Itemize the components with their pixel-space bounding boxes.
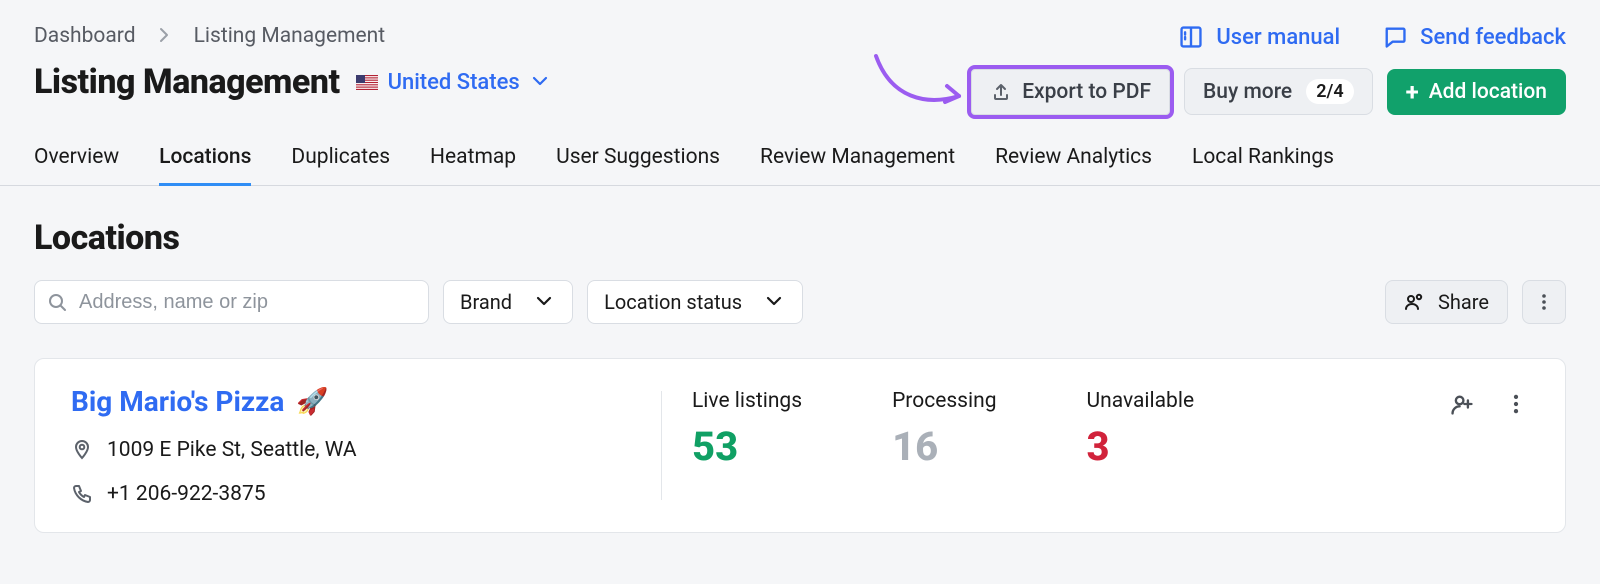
breadcrumb: Dashboard Listing Management — [34, 24, 552, 48]
chat-icon — [1382, 24, 1408, 50]
annotation-arrow — [871, 48, 971, 118]
tab-heatmap[interactable]: Heatmap — [430, 135, 516, 185]
tab-duplicates[interactable]: Duplicates — [291, 135, 390, 185]
upload-icon — [990, 81, 1012, 103]
tab-overview[interactable]: Overview — [34, 135, 119, 185]
export-pdf-button[interactable]: Export to PDF — [971, 69, 1170, 115]
breadcrumb-current: Listing Management — [194, 24, 386, 48]
processing-label: Processing — [892, 389, 996, 413]
section-title: Locations — [34, 218, 1566, 258]
region-label: United States — [388, 70, 520, 95]
tab-review-analytics[interactable]: Review Analytics — [995, 135, 1152, 185]
add-person-button[interactable] — [1449, 391, 1475, 417]
user-manual-link[interactable]: User manual — [1178, 24, 1340, 50]
chevron-down-icon — [530, 71, 552, 93]
phone-icon — [71, 483, 93, 505]
tab-local-rankings[interactable]: Local Rankings — [1192, 135, 1334, 185]
status-filter[interactable]: Location status — [587, 280, 803, 324]
chevron-down-icon — [534, 291, 556, 313]
dots-vertical-icon — [1503, 391, 1529, 417]
send-feedback-label: Send feedback — [1420, 25, 1566, 50]
add-location-button[interactable]: + Add location — [1387, 69, 1566, 115]
live-listings-value: 53 — [692, 423, 802, 470]
brand-filter[interactable]: Brand — [443, 280, 573, 324]
card-divider — [661, 391, 662, 500]
chevron-down-icon — [764, 291, 786, 313]
pin-icon — [71, 439, 93, 461]
search-input[interactable] — [34, 280, 429, 324]
user-manual-label: User manual — [1216, 25, 1340, 50]
people-icon — [1404, 291, 1426, 313]
book-icon — [1178, 24, 1204, 50]
us-flag-icon — [356, 75, 378, 90]
tabs-bar: Overview Locations Duplicates Heatmap Us… — [0, 135, 1600, 186]
tab-locations[interactable]: Locations — [159, 135, 251, 185]
search-icon — [46, 291, 68, 313]
live-listings-label: Live listings — [692, 389, 802, 413]
buy-more-label: Buy more — [1203, 80, 1292, 104]
share-label: Share — [1438, 290, 1489, 314]
rocket-icon: 🚀 — [296, 387, 328, 417]
unavailable-label: Unavailable — [1087, 389, 1195, 413]
tab-review-management[interactable]: Review Management — [760, 135, 955, 185]
location-card: Big Mario's Pizza 🚀 1009 E Pike St, Seat… — [34, 358, 1566, 533]
business-address: 1009 E Pike St, Seattle, WA — [107, 438, 357, 462]
page-title: Listing Management — [34, 62, 340, 102]
plus-icon: + — [1406, 80, 1419, 104]
send-feedback-link[interactable]: Send feedback — [1382, 24, 1566, 50]
buy-more-count: 2/4 — [1306, 79, 1353, 104]
export-pdf-label: Export to PDF — [1022, 80, 1151, 104]
business-phone: +1 206-922-3875 — [107, 482, 266, 506]
buy-more-button[interactable]: Buy more 2/4 — [1184, 68, 1373, 115]
breadcrumb-root[interactable]: Dashboard — [34, 24, 136, 48]
region-selector[interactable]: United States — [356, 70, 552, 95]
chevron-right-icon — [154, 25, 176, 47]
add-location-label: Add location — [1429, 80, 1547, 104]
business-name-link[interactable]: Big Mario's Pizza — [71, 385, 284, 418]
status-filter-label: Location status — [604, 290, 742, 314]
brand-filter-label: Brand — [460, 290, 512, 314]
dots-vertical-icon — [1533, 291, 1555, 313]
unavailable-value: 3 — [1087, 423, 1195, 470]
card-more-button[interactable] — [1503, 391, 1529, 417]
more-options-button[interactable] — [1522, 280, 1566, 324]
processing-value: 16 — [892, 423, 996, 470]
person-add-icon — [1449, 391, 1475, 417]
tab-user-suggestions[interactable]: User Suggestions — [556, 135, 720, 185]
share-button[interactable]: Share — [1385, 280, 1508, 324]
